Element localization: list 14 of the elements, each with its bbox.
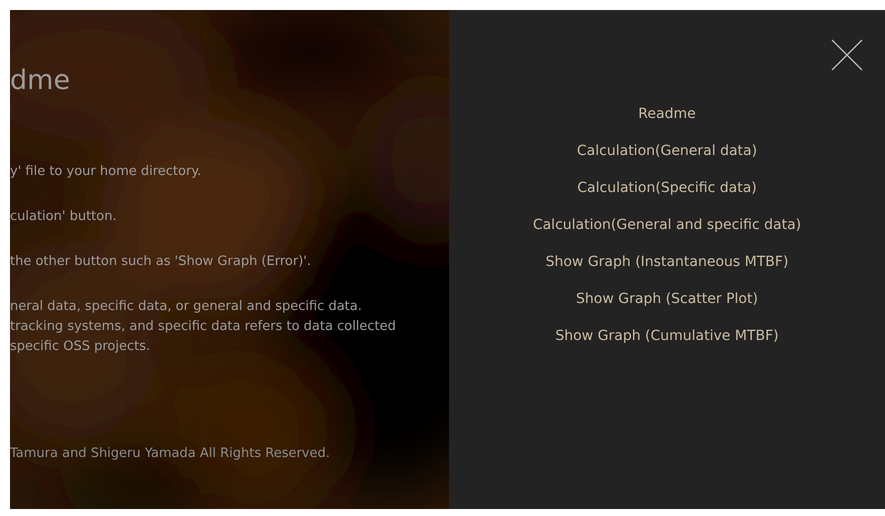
menu-link[interactable]: Calculation(General and specific data) <box>532 215 802 235</box>
paragraph: neral data, specific data, or general and specific data. tracking systems, and specific data refers to data collected specific OSS projects. <box>10 298 397 356</box>
paragraph: the other button such as 'Show Graph (Error)'. <box>10 253 312 271</box>
copyright-text: Tamura and Shigeru Yamada All Rights Reserved. <box>10 445 331 463</box>
paragraph: culation' button. <box>10 208 118 226</box>
menu-link[interactable]: Readme <box>638 104 696 124</box>
paragraph: y' file to your home directory. <box>10 163 202 181</box>
menu-link[interactable]: Show Graph (Scatter Plot) <box>576 289 758 309</box>
menu-link[interactable]: Calculation(Specific data) <box>577 178 757 198</box>
menu-link[interactable]: Calculation(General data) <box>576 141 758 161</box>
close-button[interactable] <box>831 39 863 71</box>
page-title: dme <box>10 64 72 98</box>
menu-link[interactable]: Show Graph (Instantaneous MTBF) <box>546 252 788 272</box>
menu-link[interactable]: Show Graph (Cumulative MTBF) <box>555 326 779 346</box>
